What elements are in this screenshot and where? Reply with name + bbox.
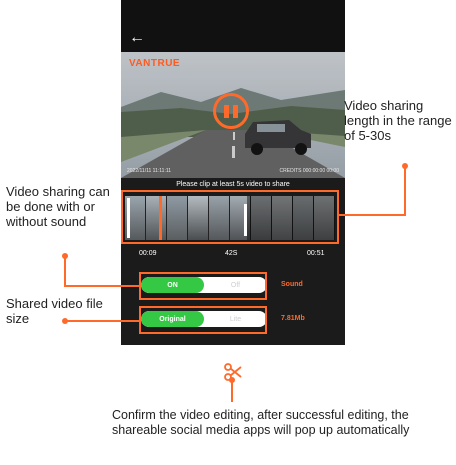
bottom-action-bar — [121, 345, 345, 400]
length-leader-dot — [402, 163, 408, 169]
sound-leader-h — [64, 285, 140, 287]
file-size-label: 7.81Mb — [281, 315, 305, 322]
length-leader-v — [404, 166, 406, 216]
sound-leader-dot — [62, 253, 68, 259]
clip-length: 42S — [225, 250, 238, 257]
length-leader-h — [339, 214, 405, 216]
arrow-left-icon[interactable]: ← — [129, 30, 145, 46]
brand-watermark: VANTRUE — [129, 58, 181, 69]
clip-start-time: 00:09 — [139, 250, 157, 257]
size-callout-frame — [139, 306, 267, 334]
confirm-leader-dot — [229, 377, 235, 383]
video-timestamp: 2022/11/11 11:11:11 — [127, 168, 172, 174]
pause-icon[interactable] — [213, 93, 249, 129]
top-bar: ← — [121, 0, 345, 52]
clip-hint: Please clip at least 5s video to share — [176, 181, 290, 188]
video-preview[interactable]: VANTRUE 2022/11/11 11:11:11 CREDITS 000:… — [121, 52, 345, 178]
confirm-note: Confirm the video editing, after success… — [112, 408, 410, 437]
sound-callout-frame — [139, 272, 267, 300]
filmstrip-callout-frame — [121, 190, 339, 244]
sound-note: Video sharing can be done with or withou… — [6, 184, 110, 229]
clip-end-time: 00:51 — [307, 250, 325, 257]
video-info: CREDITS 000:00:00 00:00 — [279, 168, 339, 174]
size-note: Shared video file size — [6, 296, 103, 326]
sound-leader-v — [64, 256, 66, 286]
confirm-leader-v — [231, 380, 233, 402]
length-note: Video sharing length in the range of 5-3… — [344, 98, 452, 143]
sound-label: Sound — [281, 281, 303, 288]
